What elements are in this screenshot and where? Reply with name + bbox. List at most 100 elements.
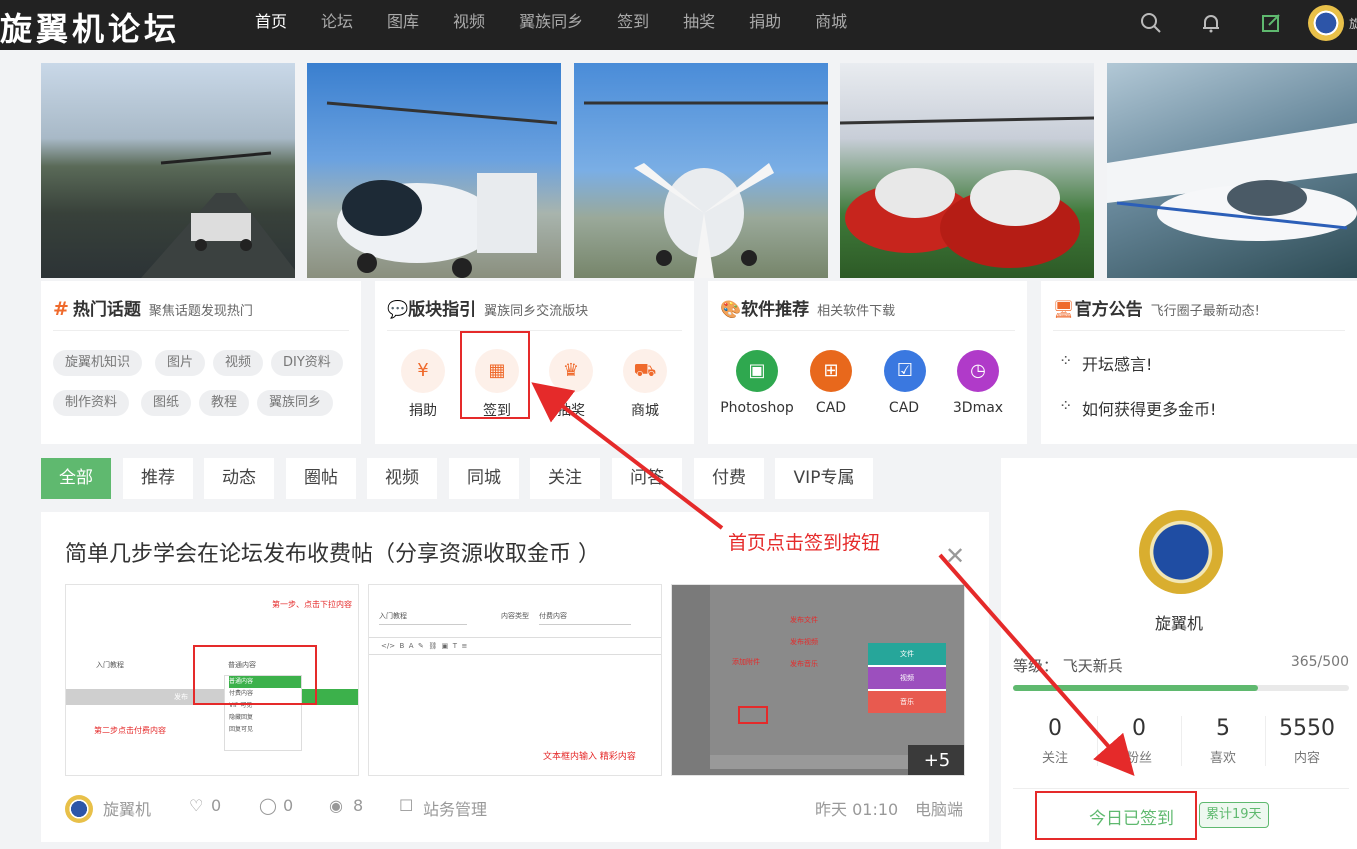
- category-icon: ☐: [399, 796, 414, 815]
- chat-icon: 💬: [387, 300, 409, 320]
- stat-following[interactable]: 0 关注: [1013, 716, 1097, 766]
- close-icon[interactable]: ✕: [945, 542, 965, 570]
- post-author-avatar[interactable]: [65, 795, 93, 823]
- heart-icon[interactable]: ♡: [189, 796, 203, 815]
- sections-subtitle: 翼族同乡交流版块: [484, 304, 589, 319]
- hot-topics-box: # 热门话题 聚焦话题发现热门 旋翼机知识 图片 视频 DIY资料 制作资料 图纸 …: [41, 281, 361, 444]
- thumb2-field-a: 入门教程: [379, 611, 467, 625]
- hash-icon: #: [53, 298, 69, 320]
- exp-progress-bar: [1013, 685, 1349, 691]
- thumb3-menu-file: 文件: [868, 643, 946, 665]
- nav-lottery[interactable]: 抽奖: [666, 0, 732, 50]
- tag-making[interactable]: 制作资料: [53, 390, 130, 416]
- cad-alt-icon[interactable]: ☑: [884, 350, 926, 392]
- filter-local[interactable]: 同城: [449, 458, 519, 499]
- thumb3-more-count[interactable]: +5: [908, 745, 964, 775]
- hot-topics-header: # 热门话题 聚焦话题发现热门: [53, 295, 349, 331]
- profile-exp: 365/500: [1290, 654, 1349, 670]
- tag-diy[interactable]: DIY资料: [271, 350, 343, 376]
- user-name-truncated[interactable]: 旋: [1349, 15, 1357, 32]
- trophy-icon[interactable]: ♛: [549, 349, 593, 393]
- nav-gallery[interactable]: 图库: [370, 0, 436, 50]
- nav-forum[interactable]: 论坛: [304, 0, 370, 50]
- post-comments: 0: [283, 796, 294, 815]
- 3dmax-icon[interactable]: ◷: [957, 350, 999, 392]
- tag-tutorials[interactable]: 教程: [199, 390, 250, 416]
- search-icon[interactable]: [1140, 12, 1162, 34]
- post-platform: 电脑端: [915, 800, 964, 819]
- profile-level: 等级： 飞天新兵: [1013, 657, 1123, 675]
- filter-qa[interactable]: 问答: [612, 458, 682, 499]
- exp-progress-fill: [1013, 685, 1259, 691]
- nav-home[interactable]: 首页: [238, 0, 304, 50]
- post-thumbnail-2[interactable]: 入门教程 内容类型 付费内容 </> B A ✎ ⛓ ▣ T ≡ 文本框内输入 …: [368, 584, 662, 776]
- software-3dmax-label[interactable]: 3Dmax: [933, 400, 1023, 416]
- stat-likes[interactable]: 5 喜欢: [1181, 716, 1265, 766]
- banner-image-3[interactable]: [574, 63, 828, 278]
- announcement-item-1[interactable]: 开坛感言!: [1082, 351, 1152, 375]
- profile-divider: [1013, 788, 1349, 789]
- nav-donate[interactable]: 捐助: [732, 0, 798, 50]
- tag-gyroplane-knowledge[interactable]: 旋翼机知识: [53, 350, 143, 376]
- spinner-icon: ⁘: [1059, 396, 1073, 415]
- tag-pictures[interactable]: 图片: [155, 350, 206, 376]
- announcements-subtitle: 飞行圈子最新动态!: [1150, 304, 1260, 319]
- stat-content[interactable]: 5550 内容: [1265, 716, 1349, 766]
- software-header: 🎨软件推荐 相关软件下载: [720, 295, 1015, 331]
- profile-name[interactable]: 旋翼机: [1001, 610, 1357, 634]
- annotation-checked-highlight: [1035, 791, 1197, 840]
- announcement-item-2[interactable]: 如何获得更多金币!: [1082, 396, 1216, 420]
- thumb2-label-type: 内容类型: [501, 612, 529, 620]
- post-title[interactable]: 简单几步学会在论坛发布收费帖（分享资源收取金币 ）: [65, 536, 600, 568]
- bell-icon[interactable]: [1200, 12, 1222, 34]
- filter-video[interactable]: 视频: [367, 458, 437, 499]
- hot-topics-subtitle: 聚焦话题发现热门: [148, 304, 253, 319]
- post-thumbnail-3[interactable]: 添加附件 发布文件 发布视频 发布音乐 文件 视频 音乐 +5: [671, 584, 965, 776]
- announcements-header: 🖥官方公告 飞行圈子最新动态!: [1053, 295, 1345, 331]
- thumb2-editor-toolbar: </> B A ✎ ⛓ ▣ T ≡: [369, 637, 661, 655]
- cad-icon[interactable]: ⊞: [810, 350, 852, 392]
- tag-hometown[interactable]: 翼族同乡: [257, 390, 334, 416]
- post-likes: 0: [211, 796, 222, 815]
- filter-all[interactable]: 全部: [41, 458, 111, 499]
- banner-image-1[interactable]: [41, 63, 295, 278]
- post-category[interactable]: 站务管理: [423, 796, 487, 820]
- gyroplane-rear-image: [584, 101, 828, 278]
- filter-activity[interactable]: 动态: [204, 458, 274, 499]
- profile-avatar[interactable]: [1139, 510, 1223, 594]
- filter-recommended[interactable]: 推荐: [123, 458, 193, 499]
- post-thumbnail-1[interactable]: 发布 第一步、点击下拉内容 第二步点击付费内容 入门教程 普通内容 普通内容 付…: [65, 584, 359, 776]
- post-card[interactable]: 简单几步学会在论坛发布收费帖（分享资源收取金币 ） ✕ 发布 第一步、点击下拉内…: [41, 512, 989, 842]
- filter-circle-posts[interactable]: 圈帖: [286, 458, 356, 499]
- nav-checkin[interactable]: 签到: [600, 0, 666, 50]
- nav-video[interactable]: 视频: [436, 0, 502, 50]
- banner-image-5[interactable]: [1107, 63, 1357, 278]
- user-avatar[interactable]: [1308, 5, 1344, 41]
- filter-vip[interactable]: VIP专属: [775, 458, 873, 499]
- thumb-step2-text: 第二步点击付费内容: [94, 726, 166, 735]
- filter-following[interactable]: 关注: [530, 458, 600, 499]
- sections-guide-box: 💬版块指引 翼族同乡交流版块 ¥ 捐助 ▦ 签到 ♛ 抽奖 ⛟ 商城: [375, 281, 694, 444]
- yen-icon[interactable]: ¥: [401, 349, 445, 393]
- main-nav: 首页 论坛 图库 视频 翼族同乡 签到 抽奖 捐助 商城: [238, 0, 864, 50]
- filter-paid[interactable]: 付费: [694, 458, 764, 499]
- banner-image-2[interactable]: [307, 63, 561, 278]
- light-aircraft-image: [1107, 123, 1357, 241]
- cart-icon[interactable]: ⛟: [623, 349, 667, 393]
- post-author[interactable]: 旋翼机: [103, 796, 151, 820]
- tag-videos[interactable]: 视频: [213, 350, 264, 376]
- stat-fans[interactable]: 0 粉丝: [1097, 716, 1181, 766]
- nav-shop[interactable]: 商城: [798, 0, 864, 50]
- edit-icon[interactable]: [1260, 12, 1282, 34]
- comment-icon[interactable]: ◯: [259, 796, 277, 815]
- banner-image-4[interactable]: [840, 63, 1094, 278]
- site-logo[interactable]: 旋翼机论坛: [0, 4, 180, 50]
- tag-drawings[interactable]: 图纸: [141, 390, 192, 416]
- photoshop-icon[interactable]: ▣: [736, 350, 778, 392]
- section-shop-label[interactable]: 商城: [600, 400, 690, 420]
- nav-hometown[interactable]: 翼族同乡: [502, 0, 600, 50]
- post-views: 8: [353, 796, 364, 815]
- software-subtitle: 相关软件下载: [817, 304, 896, 319]
- eye-icon: ◉: [329, 796, 343, 815]
- thumb3-menu: 文件 视频 音乐: [868, 643, 946, 713]
